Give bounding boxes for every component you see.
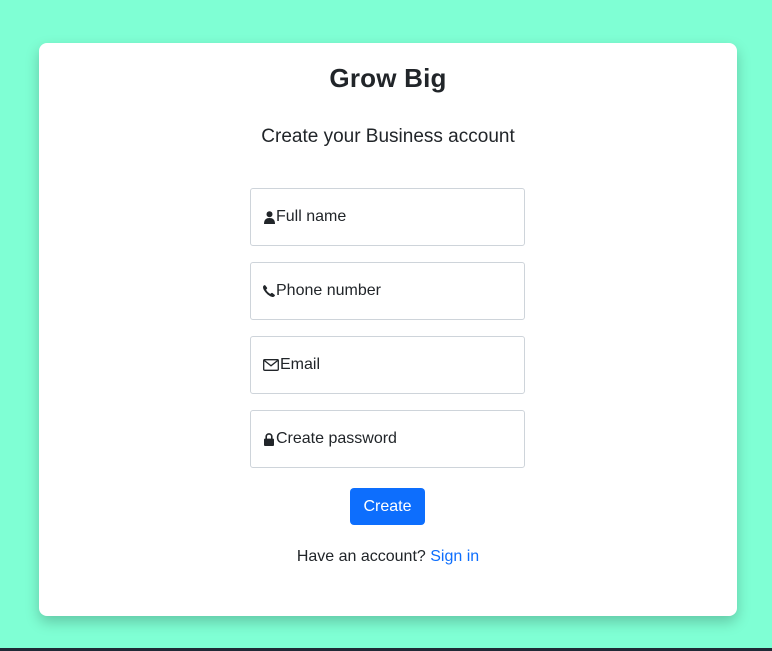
page-title: Grow Big xyxy=(329,63,447,93)
email-field[interactable]: Email xyxy=(250,336,525,394)
lock-icon xyxy=(263,431,275,447)
full-name-field[interactable]: Full name xyxy=(250,188,525,246)
full-name-placeholder: Full name xyxy=(276,208,347,225)
envelope-icon xyxy=(263,357,279,373)
page-subtitle: Create your Business account xyxy=(261,126,515,147)
create-button[interactable]: Create xyxy=(350,488,425,525)
phone-icon xyxy=(263,283,275,299)
signin-link[interactable]: Sign in xyxy=(430,548,479,565)
password-placeholder: Create password xyxy=(276,430,397,447)
user-icon xyxy=(263,209,275,225)
password-field[interactable]: Create password xyxy=(250,410,525,468)
signin-row: Have an account? Sign in xyxy=(39,548,737,566)
signin-prompt: Have an account? xyxy=(296,548,426,565)
phone-number-field[interactable]: Phone number xyxy=(250,262,525,320)
phone-number-placeholder: Phone number xyxy=(276,282,381,299)
email-placeholder: Email xyxy=(280,356,321,373)
signup-card: Grow Big Create your Business account Fu… xyxy=(39,43,737,616)
